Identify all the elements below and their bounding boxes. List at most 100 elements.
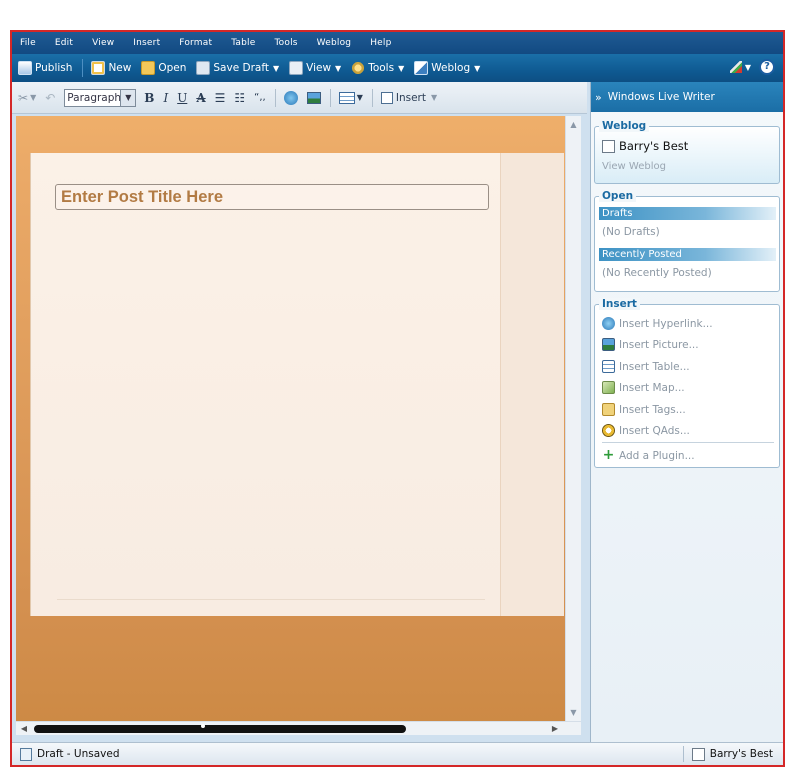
command-toolbar: Publish New Open Save Draft ▼ View ▼ Too… (12, 54, 783, 82)
menu-insert[interactable]: Insert (133, 38, 160, 48)
blog-icon (691, 747, 705, 761)
draft-status: Draft - Unsaved (12, 747, 120, 761)
weblog-button[interactable]: Weblog ▼ (414, 61, 480, 75)
draft-icon (20, 747, 32, 761)
save-icon (196, 61, 211, 75)
paragraph-style-select[interactable]: Paragraph ▼ (64, 88, 137, 107)
bullet-list-icon[interactable]: ☷ (234, 91, 245, 105)
no-drafts-text: (No Drafts) (602, 226, 660, 238)
scroll-left-icon[interactable]: ◀ (18, 722, 30, 735)
hyperlink-icon (602, 317, 615, 330)
chevron-down-icon: ▼ (398, 63, 405, 73)
insert-table-label: Insert Table... (619, 360, 690, 373)
save-draft-label: Save Draft (213, 62, 269, 74)
menu-format[interactable]: Format (179, 38, 212, 48)
insert-hyperlink-icon[interactable] (283, 90, 298, 105)
chevron-down-icon[interactable]: ▼ (357, 93, 363, 102)
open-label: Open (158, 62, 187, 74)
menu-file[interactable]: File (20, 38, 36, 48)
insert-table-icon[interactable] (338, 91, 355, 104)
insert-group-title: Insert (599, 298, 640, 310)
status-separator (682, 746, 684, 762)
sidebar-header[interactable]: » Windows Live Writer (591, 82, 783, 112)
insert-qads-item[interactable]: Insert QAds... (602, 424, 690, 437)
view-weblog-link[interactable]: View Weblog (602, 161, 666, 172)
insert-table-item[interactable]: Insert Table... (602, 360, 690, 373)
view-icon (289, 61, 304, 75)
menu-tools[interactable]: Tools (275, 38, 298, 48)
tools-button[interactable]: Tools ▼ (351, 61, 404, 75)
scroll-right-icon[interactable]: ▶ (549, 722, 561, 735)
open-button[interactable]: Open (141, 61, 186, 75)
editor-canvas[interactable]: Enter Post Title Here (16, 116, 581, 721)
sidebar: » Windows Live Writer Weblog Barry's Bes… (590, 82, 783, 742)
new-label: New (108, 62, 132, 74)
menu-weblog[interactable]: Weblog (317, 38, 352, 48)
paragraph-style-value: Paragraph (67, 91, 122, 104)
menu-table[interactable]: Table (231, 38, 255, 48)
tools-label: Tools (368, 62, 395, 74)
italic-button[interactable]: I (163, 91, 168, 105)
cut-icon[interactable]: ✂ ▼ (18, 91, 36, 105)
weblog-label: Weblog (431, 62, 471, 74)
numbered-list-icon[interactable]: ☰ (215, 91, 226, 105)
insert-hyperlink-item[interactable]: Insert Hyperlink... (602, 317, 713, 330)
add-plugin-label: Add a Plugin... (619, 449, 695, 462)
open-group: Open Drafts (No Drafts) Recently Posted … (594, 190, 780, 292)
menu-view[interactable]: View (92, 38, 114, 48)
scroll-up-icon[interactable]: ▲ (567, 118, 580, 131)
collapse-chevron-icon[interactable]: » (595, 91, 602, 104)
map-icon (602, 381, 615, 394)
underline-button[interactable]: U (177, 91, 187, 105)
toolbar-separator (82, 59, 84, 77)
blockquote-button[interactable]: “,, (254, 92, 266, 103)
add-plugin-item[interactable]: + Add a Plugin... (602, 448, 695, 462)
toolbar-right: ▼ ? (729, 59, 775, 75)
insert-qads-label: Insert QAds... (619, 424, 690, 437)
gear-icon (351, 61, 366, 75)
chevron-down-icon: ▼ (474, 63, 481, 73)
weblog-group-title: Weblog (599, 120, 650, 132)
app-window: File Edit View Insert Format Table Tools… (10, 30, 785, 767)
status-bar: Draft - Unsaved Barry's Best (12, 742, 783, 765)
blog-selector[interactable]: Barry's Best (602, 139, 688, 153)
chevron-down-icon[interactable]: ▼ (745, 63, 751, 72)
theme-brush-icon[interactable] (729, 61, 742, 73)
insert-dropdown[interactable]: Insert ▼ (380, 91, 438, 104)
help-icon[interactable]: ? (759, 59, 775, 75)
horizontal-scrollbar[interactable]: ◀ ▶ (16, 721, 581, 735)
toolbar-separator (329, 88, 331, 107)
template-sidebar-column (500, 153, 564, 616)
menu-edit[interactable]: Edit (55, 38, 73, 48)
toolbar-separator (371, 88, 373, 107)
view-button[interactable]: View ▼ (289, 61, 341, 75)
scroll-thumb[interactable] (34, 725, 406, 733)
publish-label: Publish (35, 62, 73, 74)
strikethrough-button[interactable]: A (196, 91, 205, 105)
format-toolbar: ✂ ▼ ↶ Paragraph ▼ B I U A ☰ ☷ “,, ▼ Inser… (12, 82, 587, 114)
post-title-input[interactable]: Enter Post Title Here (55, 184, 489, 210)
insert-divider (602, 442, 774, 443)
insert-picture-icon[interactable] (306, 91, 321, 104)
insert-content-icon (380, 91, 393, 104)
insert-hyperlink-label: Insert Hyperlink... (619, 317, 713, 330)
post-body[interactable]: Enter Post Title Here (30, 153, 500, 616)
undo-icon[interactable]: ↶ (45, 91, 55, 105)
bold-button[interactable]: B (144, 91, 154, 105)
new-post-icon (91, 61, 106, 75)
chevron-down-icon: ▼ (430, 93, 438, 102)
publish-button[interactable]: Publish (18, 61, 72, 75)
menu-help[interactable]: Help (370, 38, 391, 48)
insert-picture-item[interactable]: Insert Picture... (602, 338, 699, 351)
insert-map-item[interactable]: Insert Map... (602, 381, 685, 394)
new-button[interactable]: New (91, 61, 131, 75)
blog-name: Barry's Best (619, 139, 689, 153)
insert-tags-item[interactable]: Insert Tags... (602, 403, 686, 416)
scroll-down-icon[interactable]: ▼ (567, 706, 580, 719)
publish-icon (18, 61, 32, 75)
scroll-grip (201, 724, 205, 728)
draft-status-text: Draft - Unsaved (37, 748, 120, 760)
save-draft-button[interactable]: Save Draft ▼ (196, 61, 279, 75)
weblog-icon (414, 61, 429, 75)
vertical-scrollbar[interactable]: ▲ ▼ (565, 116, 581, 721)
